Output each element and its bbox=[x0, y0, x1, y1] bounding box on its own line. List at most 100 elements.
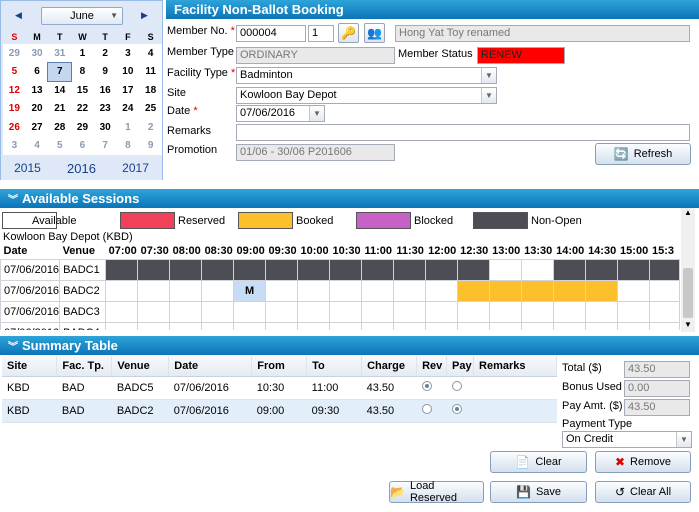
rev-radio[interactable] bbox=[421, 404, 432, 414]
session-slot[interactable] bbox=[329, 258, 362, 281]
prev-month-icon[interactable]: ◀ bbox=[15, 10, 22, 21]
calendar-day[interactable]: 17 bbox=[117, 81, 140, 100]
session-slot[interactable] bbox=[552, 300, 586, 323]
session-slot[interactable] bbox=[297, 321, 330, 330]
calendar-day[interactable]: 3 bbox=[117, 44, 140, 63]
summary-column-header[interactable]: Rev bbox=[416, 356, 448, 377]
calendar-day[interactable]: 9 bbox=[94, 63, 117, 82]
calendar-day[interactable]: 3 bbox=[3, 137, 26, 156]
sessions-scrollbar[interactable]: ▲ ▼ bbox=[681, 208, 695, 332]
session-slot[interactable] bbox=[137, 258, 171, 281]
calendar-day[interactable]: 5 bbox=[48, 137, 71, 156]
month-select[interactable]: June ▼ bbox=[41, 7, 123, 25]
session-slot[interactable] bbox=[297, 279, 330, 302]
calendar-day[interactable]: 2 bbox=[139, 118, 162, 137]
session-slot[interactable] bbox=[648, 279, 680, 302]
session-slot[interactable] bbox=[105, 258, 139, 281]
calendar-day[interactable]: 12 bbox=[3, 81, 26, 100]
calendar-day[interactable]: 4 bbox=[139, 44, 162, 63]
session-slot[interactable] bbox=[456, 321, 490, 330]
site-select[interactable]: Kowloon Bay Depot ▼ bbox=[236, 87, 497, 104]
session-slot[interactable] bbox=[360, 279, 394, 302]
calendar-day[interactable]: 18 bbox=[139, 81, 162, 100]
chevron-down-icon[interactable]: ▼ bbox=[481, 68, 496, 83]
session-slot[interactable] bbox=[584, 279, 618, 302]
calendar-day[interactable]: 25 bbox=[139, 100, 162, 119]
calendar-day[interactable]: 2 bbox=[94, 44, 117, 63]
calendar-day[interactable]: 30 bbox=[26, 44, 49, 63]
session-slot[interactable] bbox=[552, 279, 586, 302]
calendar-day[interactable]: 20 bbox=[26, 100, 49, 119]
payment-type-select[interactable]: On Credit ▼ bbox=[562, 431, 692, 448]
scroll-up-icon[interactable]: ▲ bbox=[684, 208, 692, 217]
calendar-day[interactable]: 8 bbox=[71, 63, 94, 82]
session-slot[interactable] bbox=[584, 300, 618, 323]
remarks-field[interactable] bbox=[236, 124, 690, 141]
member-no-field[interactable]: 000004 bbox=[236, 25, 306, 42]
session-slot[interactable] bbox=[520, 321, 554, 330]
summary-column-header[interactable]: Site bbox=[2, 356, 58, 377]
session-slot[interactable] bbox=[201, 279, 235, 302]
session-slot[interactable] bbox=[424, 258, 458, 281]
session-slot[interactable] bbox=[105, 321, 139, 330]
calendar-day[interactable]: 14 bbox=[48, 81, 71, 100]
session-slot[interactable] bbox=[520, 258, 554, 281]
session-slot-selected[interactable]: M bbox=[233, 279, 267, 302]
clear-all-button[interactable]: ↺ Clear All bbox=[595, 481, 691, 503]
session-slot[interactable] bbox=[360, 321, 394, 330]
session-slot[interactable] bbox=[616, 258, 650, 281]
collapse-icon[interactable]: ︾ bbox=[8, 342, 18, 353]
session-slot[interactable] bbox=[424, 279, 458, 302]
session-slot[interactable] bbox=[648, 258, 680, 281]
summary-row[interactable]: KBD BAD BADC2 07/06/2016 09:00 09:30 43.50 bbox=[2, 399, 557, 423]
session-slot[interactable] bbox=[456, 279, 490, 302]
session-slot[interactable] bbox=[392, 258, 426, 281]
calendar-day[interactable]: 27 bbox=[26, 118, 49, 137]
session-slot[interactable] bbox=[392, 279, 426, 302]
calendar-day[interactable]: 5 bbox=[3, 63, 26, 82]
calendar-day[interactable]: 19 bbox=[3, 100, 26, 119]
session-slot[interactable] bbox=[137, 321, 171, 330]
session-slot[interactable] bbox=[392, 321, 426, 330]
session-slot[interactable] bbox=[201, 321, 235, 330]
year-prev[interactable]: 2015 bbox=[14, 161, 41, 175]
calendar-day[interactable]: 11 bbox=[139, 63, 162, 82]
calendar-day[interactable]: 28 bbox=[48, 118, 71, 137]
session-slot[interactable] bbox=[488, 279, 522, 302]
summary-column-header[interactable]: Charge bbox=[361, 356, 418, 377]
calendar-day[interactable]: 4 bbox=[26, 137, 49, 156]
session-slot[interactable] bbox=[584, 321, 618, 330]
lookup-member-button[interactable]: 🔑 bbox=[338, 23, 359, 43]
session-slot[interactable] bbox=[265, 321, 299, 330]
session-slot[interactable] bbox=[424, 321, 458, 330]
chevron-down-icon[interactable]: ▼ bbox=[309, 106, 324, 121]
session-slot[interactable] bbox=[616, 300, 650, 323]
chevron-down-icon[interactable]: ▼ bbox=[676, 432, 691, 447]
session-slot[interactable] bbox=[169, 279, 203, 302]
session-slot[interactable] bbox=[488, 258, 522, 281]
calendar-day[interactable]: 6 bbox=[26, 63, 49, 82]
session-slot[interactable] bbox=[297, 258, 330, 281]
summary-header[interactable]: ︾ Summary Table bbox=[0, 336, 699, 355]
summary-column-header[interactable]: To bbox=[306, 356, 363, 377]
next-month-icon[interactable]: ▶ bbox=[141, 10, 148, 21]
session-slot[interactable] bbox=[233, 258, 267, 281]
session-slot[interactable] bbox=[265, 279, 299, 302]
save-button[interactable]: 💾 Save bbox=[490, 481, 587, 503]
calendar-day[interactable]: 31 bbox=[48, 44, 71, 63]
session-slot[interactable] bbox=[456, 300, 490, 323]
calendar-day[interactable]: 29 bbox=[71, 118, 94, 137]
clear-button[interactable]: 📄 Clear bbox=[490, 451, 587, 473]
calendar-day[interactable]: 13 bbox=[26, 81, 49, 100]
summary-row[interactable]: KBD BAD BADC5 07/06/2016 10:30 11:00 43.50 bbox=[2, 376, 557, 400]
session-slot[interactable] bbox=[265, 258, 299, 281]
session-slot[interactable] bbox=[488, 321, 522, 330]
facility-type-select[interactable]: Badminton ▼ bbox=[236, 67, 497, 84]
member-seq-field[interactable]: 1 bbox=[308, 25, 334, 42]
date-field[interactable]: 07/06/2016 ▼ bbox=[236, 105, 325, 122]
session-slot[interactable] bbox=[520, 279, 554, 302]
scroll-down-icon[interactable]: ▼ bbox=[684, 320, 692, 329]
calendar-day[interactable]: 9 bbox=[139, 137, 162, 156]
year-next[interactable]: 2017 bbox=[122, 161, 149, 175]
session-slot[interactable] bbox=[137, 279, 171, 302]
